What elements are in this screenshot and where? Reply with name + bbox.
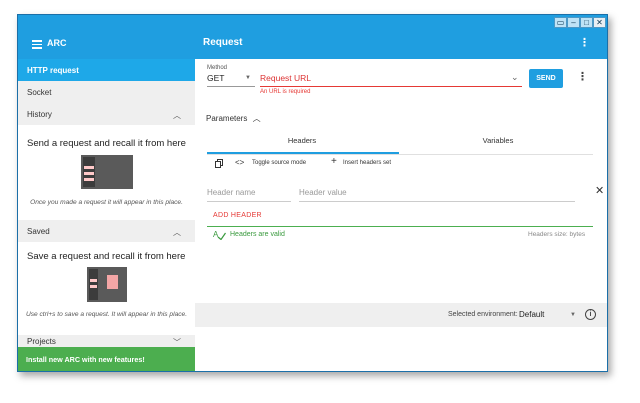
code-icon[interactable]: <> (235, 158, 244, 167)
minimize-button[interactable]: – (567, 17, 580, 28)
send-button[interactable]: SEND (529, 69, 563, 88)
url-error: An URL is required (260, 89, 311, 95)
environment-select[interactable]: Default (519, 310, 544, 319)
history-empty-text: Once you made a request it will appear i… (30, 199, 183, 206)
more-vert-icon[interactable]: ⋮ (579, 37, 590, 51)
install-banner[interactable]: Install new ARC with new features! (18, 347, 195, 371)
header-value-input[interactable]: Header value (299, 188, 347, 197)
header-name-input[interactable]: Header name (207, 188, 255, 197)
chevron-up-icon[interactable]: ︿ (173, 227, 181, 238)
method-select[interactable]: GET (207, 73, 224, 83)
header-name-underline (207, 201, 291, 202)
close-icon[interactable]: ✕ (595, 184, 604, 197)
parameters-label: Parameters (206, 114, 248, 123)
sidebar-item-label: Projects (27, 337, 56, 346)
saved-empty-text: Use ctrl+s to save a request. It will ap… (25, 311, 188, 318)
environment-label: Selected environment: (448, 311, 518, 318)
chevron-up-icon[interactable]: ︿ (173, 110, 181, 121)
dropdown-arrow-icon[interactable]: ▼ (570, 312, 576, 318)
app-bar: ARC Request ⋮ (18, 29, 607, 59)
page-title: Request (203, 37, 243, 48)
history-panel: Send a request and recall it from here O… (18, 125, 195, 220)
method-underline (207, 86, 255, 87)
url-input[interactable]: Request URL (260, 73, 311, 83)
chevron-up-icon: ︿ (252, 114, 261, 123)
saved-empty-title: Save a request and recall it from here (27, 251, 186, 262)
url-underline (260, 86, 522, 87)
history-illustration (81, 155, 133, 189)
add-icon[interactable]: + (331, 156, 337, 167)
sidebar: HTTP request Socket History ︿ Send a req… (18, 59, 195, 371)
headers-size-text: Headers size: bytes (528, 231, 586, 238)
insert-headers-button[interactable]: Insert headers set (343, 160, 391, 166)
more-vert-icon[interactable]: ⋮ (577, 71, 588, 83)
method-label: Method (207, 65, 228, 71)
tab-variables[interactable]: Variables (403, 136, 593, 145)
sidebar-item-projects[interactable]: Projects ﹀ (18, 335, 195, 347)
tab-divider (207, 154, 593, 155)
status-bar: Selected environment: Default ▼ i (195, 303, 607, 327)
menu-icon[interactable] (32, 40, 42, 49)
sidebar-item-label: Socket (27, 88, 52, 97)
saved-illustration (87, 267, 127, 302)
parameters-toggle[interactable]: Parameters ︿ (206, 113, 261, 124)
headers-valid-text: Headers are valid (230, 231, 285, 238)
copy-icon[interactable] (215, 159, 223, 168)
maximize-button[interactable]: □ (580, 17, 593, 28)
chevron-down-icon[interactable]: ⌄ (511, 72, 519, 83)
sidebar-item-http-request[interactable]: HTTP request (18, 59, 195, 81)
history-empty-title: Send a request and recall it from here (27, 138, 186, 149)
spellcheck-icon: A (213, 230, 226, 240)
sidebar-item-socket[interactable]: Socket (18, 81, 195, 103)
sidebar-item-label: HTTP request (27, 66, 79, 75)
info-icon[interactable]: i (585, 309, 596, 320)
toggle-source-button[interactable]: Toggle source mode (252, 160, 306, 166)
close-window-button[interactable]: ✕ (593, 17, 606, 28)
headers-status-line (207, 226, 593, 227)
tab-headers[interactable]: Headers (207, 136, 397, 145)
sidebar-item-label: History (27, 110, 52, 119)
sidebar-item-history[interactable]: History ︿ (18, 103, 195, 125)
install-banner-text: Install new ARC with new features! (26, 355, 145, 364)
add-header-button[interactable]: ADD HEADER (213, 212, 262, 219)
saved-panel: Save a request and recall it from here U… (18, 242, 195, 335)
sidebar-item-saved[interactable]: Saved ︿ (18, 220, 195, 242)
dropdown-arrow-icon[interactable]: ▼ (245, 75, 251, 81)
title-bar: ▭ – □ ✕ (18, 15, 607, 29)
header-value-underline (299, 201, 575, 202)
app-window: ▭ – □ ✕ ARC Request ⋮ HTTP request Socke… (17, 14, 608, 372)
sidebar-item-label: Saved (27, 227, 50, 236)
restore-window-button[interactable]: ▭ (554, 17, 567, 28)
app-name: ARC (47, 38, 67, 48)
